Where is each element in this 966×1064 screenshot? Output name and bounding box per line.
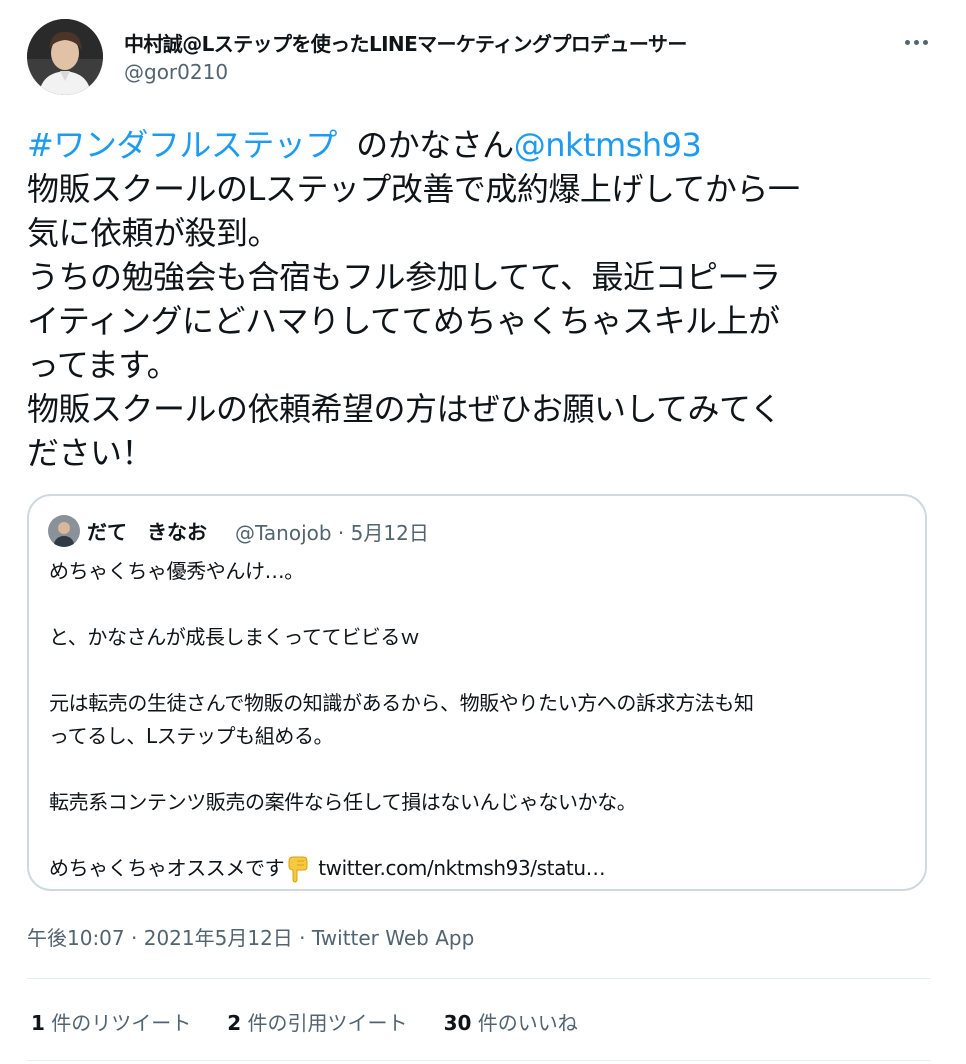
tweet-text-segment: のかなさん [336,126,514,164]
author-avatar[interactable] [27,19,103,95]
divider [27,1060,931,1061]
quoted-url-link[interactable]: twitter.com/nktmsh93/statu… [318,852,605,885]
retweet-count-value: 1 [31,1011,45,1035]
divider [27,978,931,979]
tweet-text-line: うちの勉強会も合宿もフル参加してて、最近コピーラ [27,258,781,296]
quoted-date[interactable]: 5月12日 [351,521,429,545]
quoted-last-line: めちゃくちゃオススメです twitter.com/nktmsh93/statu… [49,852,915,885]
like-count-label: 件のいいね [471,1011,578,1035]
quoted-text-line: 元は転売の生徒さんで物販の知識があるから、物販やりたい方への訴求方法も知 [49,691,754,715]
quote-tweet-count[interactable]: 2 件の引用ツイート [227,1007,407,1036]
mention-link[interactable]: @nktmsh93 [514,126,702,164]
quoted-text-blank [49,654,915,687]
quoted-text-blank [49,819,915,852]
quoted-text-blank [49,753,915,786]
tweet-time[interactable]: 午後10:07 [27,926,125,950]
quoted-text-line: と、かなさんが成長しまくっててビビるｗ [49,625,420,649]
separator-dot: · [337,521,345,545]
like-count-value: 30 [443,1011,472,1035]
tweet-text-line: 気に依頼が殺到。 [27,214,280,252]
quoted-text-line: 転売系コンテンツ販売の案件なら任して損はないんじゃないかな。 [49,790,637,814]
tweet-timestamp: 午後10:07 · 2021年5月12日 · Twitter Web App [27,922,474,951]
author-display-name[interactable]: 中村誠@Lステップを使ったLINEマーケティングプロデューサー [124,28,687,57]
tweet-date[interactable]: 2021年5月12日 [144,926,293,950]
quoted-text-line: めちゃくちゃオススメです [49,856,285,880]
quoted-text-blank [49,588,915,621]
tweet-text-line: 物販スクールの依頼希望の方はぜひお願いしてみてく [27,390,782,428]
quoted-author-name[interactable]: だて きなお [87,516,207,545]
quoted-text-line: ってるし、Lステップも組める。 [49,724,334,748]
separator-dot: · [124,926,144,950]
author-handle[interactable]: @gor0210 [124,60,228,84]
pointing-down-icon [286,855,310,883]
tweet-text-line: 物販スクールのLステップ改善で成約爆上げしてから一 [27,170,800,208]
quoted-text-line: めちゃくちゃ優秀やんけ…。 [49,559,304,583]
tweet-text-line: ださい！ [27,434,154,472]
tweet-detail: 中村誠@Lステップを使ったLINEマーケティングプロデューサー @gor0210… [0,0,966,1064]
quoted-author-handle[interactable]: @Tanojob [235,521,332,545]
like-count[interactable]: 30 件のいいね [444,1007,578,1036]
tweet-text: #ワンダフルステップ のかなさん@nktmsh93 物販スクールのLステップ改善… [27,123,939,475]
more-options-icon[interactable] [896,28,936,56]
quoted-tweet-text: めちゃくちゃ優秀やんけ…。 と、かなさんが成長しまくっててビビるｗ 元は転売の生… [49,555,915,885]
engagement-stats: 1 件のリツイート 2 件の引用ツイート 30 件のいいね [31,1007,614,1036]
retweet-count-label: 件のリツイート [44,1011,192,1035]
tweet-text-first-line: #ワンダフルステップ のかなさん@nktmsh93 [27,123,939,167]
quoted-meta: @Tanojob · 5月12日 [235,517,429,546]
quote-count-label: 件の引用ツイート [241,1011,408,1035]
tweet-text-line: イティングにどハマりしててめちゃくちゃスキル上が [27,302,780,340]
hashtag-link[interactable]: #ワンダフルステップ [27,126,337,164]
retweet-count[interactable]: 1 件のリツイート [31,1007,191,1036]
quote-count-value: 2 [227,1011,242,1035]
quoted-author-avatar[interactable] [48,515,80,547]
tweet-source[interactable]: Twitter Web App [312,926,474,950]
tweet-text-line: ってます。 [27,346,179,384]
separator-dot: · [292,926,312,950]
quoted-tweet-card[interactable]: だて きなお @Tanojob · 5月12日 めちゃくちゃ優秀やんけ…。 と、… [27,494,927,891]
